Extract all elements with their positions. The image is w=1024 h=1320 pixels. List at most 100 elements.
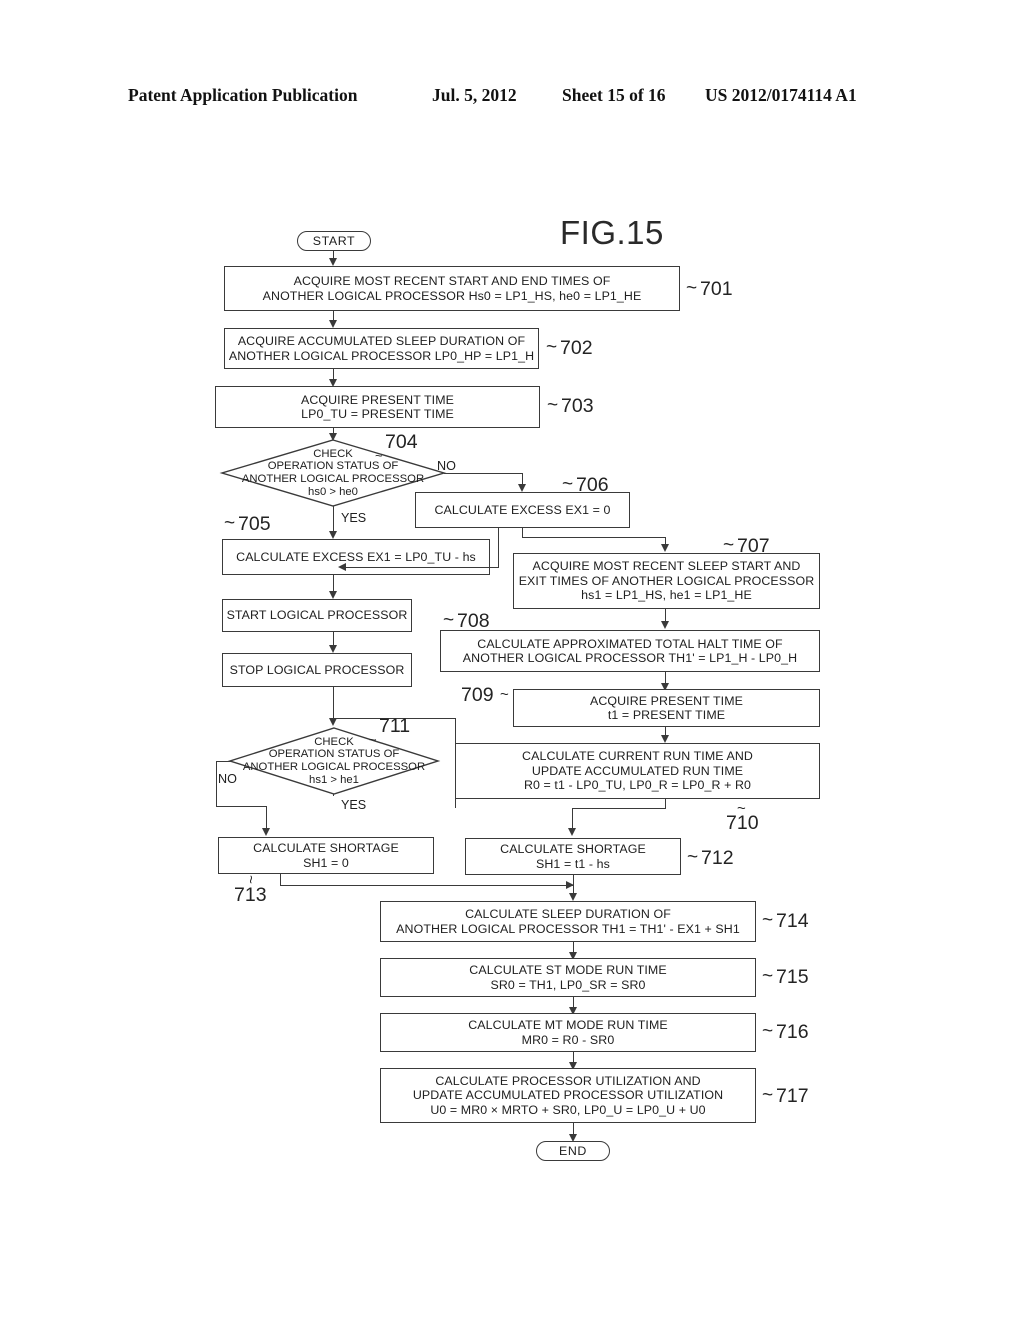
reference-number-702: 702 — [560, 337, 593, 359]
callout-tilde-711: ~ — [369, 732, 377, 747]
connector-711-no-riser — [266, 806, 267, 830]
callout-tilde-703: ~ — [547, 395, 559, 416]
process-710: CALCULATE CURRENT RUN TIME AND UPDATE AC… — [455, 743, 820, 799]
reference-number-713: 713 — [234, 884, 267, 906]
reference-number-712: 712 — [701, 847, 734, 869]
connector-710-to-712-vertical — [572, 808, 573, 830]
process-708-line2: ANOTHER LOGICAL PROCESSOR TH1' = LP1_H -… — [462, 651, 798, 665]
arrowhead-start-to-701 — [329, 258, 337, 266]
arrowhead-711-to-713 — [262, 828, 270, 836]
process-717-line1: CALCULATE PROCESSOR UTILIZATION AND — [435, 1073, 701, 1088]
process-713: CALCULATE SHORTAGE SH1 = 0 — [218, 837, 434, 874]
terminator-end: END — [536, 1141, 610, 1161]
process-710-line3: R0 = t1 - LP0_TU, LP0_R = LP0_R + R0 — [523, 778, 752, 793]
arrowhead-704-to-705 — [329, 531, 337, 539]
process-stop-logical-processor-line1: STOP LOGICAL PROCESSOR — [229, 662, 405, 677]
callout-tilde-713: ~ — [241, 875, 259, 884]
header-patent-number: US 2012/0174114 A1 — [705, 85, 857, 105]
process-717-line3: U0 = MR0 × MRTO + SR0, LP0_U = LP0_U + U… — [430, 1102, 706, 1117]
reference-number-704: 704 — [385, 431, 418, 453]
header-sheet: Sheet 15 of 16 — [562, 85, 666, 105]
terminator-start: START — [297, 231, 371, 251]
process-716-line2: MR0 = R0 - SR0 — [521, 1032, 615, 1047]
callout-tilde-708: ~ — [443, 610, 455, 631]
reference-number-703: 703 — [561, 395, 594, 417]
process-714-line1: CALCULATE SLEEP DURATION OF — [465, 907, 671, 921]
callout-tilde-712: ~ — [687, 847, 699, 868]
arrowhead-705-to-startlp — [329, 591, 337, 599]
process-708: CALCULATE APPROXIMATED TOTAL HALT TIME O… — [440, 630, 820, 672]
arrowhead-712-to-714 — [569, 893, 577, 901]
process-705: CALCULATE EXCESS EX1 = LP0_TU - hs — [222, 539, 490, 575]
callout-tilde-716: ~ — [762, 1021, 774, 1042]
process-701-line2: ANOTHER LOGICAL PROCESSOR Hs0 = LP1_HS, … — [262, 288, 642, 303]
callout-tilde-717: ~ — [762, 1085, 774, 1106]
process-708-line1: CALCULATE APPROXIMATED TOTAL HALT TIME O… — [477, 636, 783, 651]
branch-label-704-no: NO — [437, 459, 456, 473]
callout-tilde-701: ~ — [686, 278, 698, 299]
process-705-line1: CALCULATE EXCESS EX1 = LP0_TU - hs — [236, 549, 476, 564]
connector-710-left — [572, 808, 666, 809]
process-712: CALCULATE SHORTAGE SH1 = t1 - hs — [465, 838, 681, 875]
connector-stoplp-to-711 — [333, 687, 334, 722]
process-710-line2: UPDATE ACCUMULATED RUN TIME — [531, 763, 744, 778]
process-707-line2: EXIT TIMES OF ANOTHER LOGICAL PROCESSOR — [518, 573, 815, 588]
process-713-line1: CALCULATE SHORTAGE — [253, 841, 399, 855]
callout-tilde-705: ~ — [224, 513, 236, 534]
connector-711-no-vertical — [216, 761, 217, 807]
process-709-line2: t1 = PRESENT TIME — [607, 708, 726, 722]
branch-label-711-no: NO — [218, 772, 237, 786]
process-716-line1: CALCULATE MT MODE RUN TIME — [468, 1018, 668, 1032]
arrowhead-709-to-710 — [661, 735, 669, 743]
arrowhead-701-to-702 — [329, 320, 337, 328]
branch-label-704-yes: YES — [341, 511, 367, 525]
process-717: CALCULATE PROCESSOR UTILIZATION AND UPDA… — [380, 1068, 756, 1123]
connector-706-down — [498, 528, 499, 568]
connector-704-no-horizontal — [444, 473, 523, 474]
reference-number-706: 706 — [576, 474, 609, 496]
connector-711-no-bottom — [216, 806, 266, 807]
callout-tilde-704: ~ — [375, 448, 383, 463]
process-703-line1: ACQUIRE PRESENT TIME — [300, 392, 454, 407]
connector-711-yes-stub — [333, 794, 334, 796]
process-716: CALCULATE MT MODE RUN TIME MR0 = R0 - SR… — [380, 1013, 756, 1052]
figure-title: FIG.15 — [560, 214, 664, 251]
reference-number-717: 717 — [776, 1085, 809, 1107]
connector-713-right — [280, 885, 573, 886]
reference-number-716: 716 — [776, 1021, 809, 1043]
process-713-line2: SH1 = 0 — [303, 855, 349, 870]
reference-number-710: 710 — [726, 812, 759, 834]
connector-to-707-horizontal — [522, 537, 666, 538]
connector-711-riser-left — [455, 718, 456, 808]
process-701-line1: ACQUIRE MOST RECENT START AND END TIMES … — [293, 274, 611, 288]
process-707: ACQUIRE MOST RECENT SLEEP START AND EXIT… — [513, 553, 820, 609]
callout-tilde-714: ~ — [762, 910, 774, 931]
process-709-line1: ACQUIRE PRESENT TIME — [589, 693, 743, 708]
arrowhead-710-to-712 — [568, 828, 576, 836]
reference-number-711: 711 — [379, 715, 411, 737]
callout-tilde-707: ~ — [723, 535, 735, 556]
arrowhead-706-merge — [338, 563, 346, 571]
page-header: Patent Application Publication Jul. 5, 2… — [0, 85, 1024, 111]
process-702-line2: ANOTHER LOGICAL PROCESSOR LP0_HP = LP1_H — [228, 348, 535, 363]
reference-number-709: 709 — [461, 684, 494, 706]
callout-tilde-709: ~ — [500, 686, 509, 703]
process-start-logical-processor-line1: START LOGICAL PROCESSOR — [226, 608, 408, 623]
process-714: CALCULATE SLEEP DURATION OF ANOTHER LOGI… — [380, 901, 756, 942]
reference-number-715: 715 — [776, 966, 809, 988]
arrowhead-704-to-706 — [518, 484, 526, 492]
header-publication: Patent Application Publication — [128, 85, 358, 105]
process-701: ACQUIRE MOST RECENT START AND END TIMES … — [224, 266, 680, 311]
process-707-line3: hs1 = LP1_HS, he1 = LP1_HE — [581, 588, 752, 603]
process-712-line2: SH1 = t1 - hs — [536, 856, 610, 871]
process-stop-logical-processor: STOP LOGICAL PROCESSOR — [222, 653, 412, 687]
process-714-line2: ANOTHER LOGICAL PROCESSOR TH1 = TH1' - E… — [396, 921, 740, 936]
process-702-line1: ACQUIRE ACCUMULATED SLEEP DURATION OF — [237, 334, 526, 348]
process-703: ACQUIRE PRESENT TIME LP0_TU = PRESENT TI… — [215, 386, 540, 428]
process-707-line1: ACQUIRE MOST RECENT SLEEP START AND — [532, 559, 801, 574]
branch-label-711-yes: YES — [341, 798, 367, 812]
arrowhead-to-707 — [661, 544, 669, 552]
connector-704-yes-vertical — [333, 506, 334, 533]
arrowhead-707-to-708 — [661, 621, 669, 629]
arrowhead-stoplp-to-711 — [329, 718, 337, 726]
